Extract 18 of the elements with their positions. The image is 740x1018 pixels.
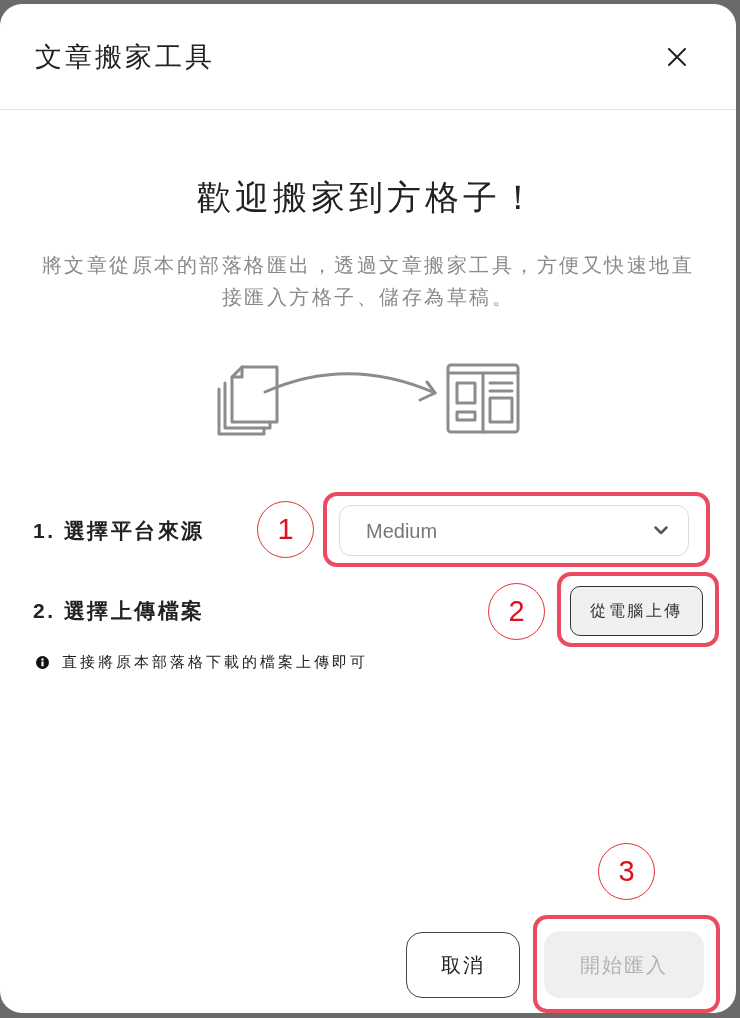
platform-select[interactable]: Medium: [339, 505, 689, 556]
curved-arrow-icon: [263, 372, 437, 402]
info-icon: [36, 655, 49, 669]
upload-button[interactable]: 從電腦上傳: [570, 586, 703, 636]
hint-text: 直接將原本部落格下載的檔案上傳即可: [62, 652, 368, 672]
welcome-heading: 歡迎搬家到方格子！: [197, 177, 539, 218]
close-icon: [668, 47, 686, 66]
page-layout-icon: [446, 363, 520, 434]
cancel-button[interactable]: 取消: [406, 932, 520, 998]
step-label: 1. 選擇平台來源: [33, 517, 205, 544]
annotation-number: 3: [598, 843, 655, 900]
intro-description: 將文章從原本的部落格匯出，透過文章搬家工具，方便又快速地直接匯入方格子、儲存為草稿。: [40, 253, 696, 310]
documents-icon: [217, 365, 279, 436]
step-label: 2. 選擇上傳檔案: [33, 598, 205, 624]
dialog-title: 文章搬家工具: [35, 40, 215, 74]
chevron-down-icon: [654, 526, 668, 535]
annotation-number: 1: [257, 501, 314, 558]
annotation-number: 2: [488, 583, 545, 640]
